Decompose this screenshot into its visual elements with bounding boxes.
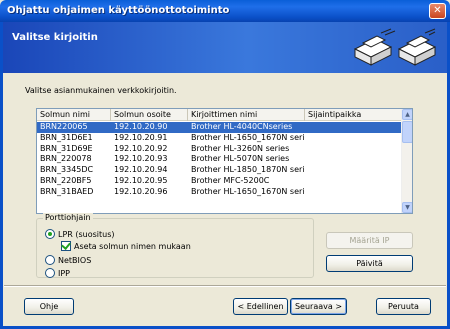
footer-separator <box>4 285 446 287</box>
list-rows: BRN220065 192.10.20.90 Brother HL-4040CN… <box>37 122 402 198</box>
cell-printer: Brother HL-3260N series <box>191 143 290 153</box>
table-row[interactable]: BRN_31D6E1 192.10.20.91 Brother HL-1650_… <box>37 133 402 144</box>
column-header-node-name[interactable]: Solmun nimi <box>37 109 111 121</box>
instruction-text: Valitse asianmukainen verkkokirjoitin. <box>25 86 177 95</box>
list-header: Solmun nimi Solmun osoite Kirjoittimen n… <box>37 109 402 121</box>
cell-address: 192.10.20.90 <box>114 122 168 131</box>
column-header-printer-name[interactable]: Kirjoittimen nimi <box>188 109 305 121</box>
cell-location <box>305 176 402 187</box>
cell-printer: Brother HL-1650_1670N series <box>191 132 305 142</box>
radio-netbios[interactable]: NetBIOS <box>45 255 91 265</box>
table-row[interactable]: BRN220065 192.10.20.90 Brother HL-4040CN… <box>37 122 402 133</box>
printer-network-icons <box>353 28 437 66</box>
window-titlebar: Ohjattu ohjaimen käyttöönottotoiminto <box>0 0 450 22</box>
cell-printer: Brother HL-5070N series <box>191 154 290 164</box>
table-row[interactable]: BRN_220BF5 192.10.20.95 Brother MFC-5200… <box>37 176 402 187</box>
cancel-button[interactable]: Peruuta <box>376 298 431 315</box>
column-header-location[interactable]: Sijaintipaikka <box>305 109 402 121</box>
cell-address: 192.10.20.92 <box>114 143 168 153</box>
cell-location <box>305 133 402 144</box>
window-title: Ohjattu ohjaimen käyttöönottotoiminto <box>7 5 230 16</box>
cell-node-name: BRN_220078 <box>40 154 92 164</box>
cell-location <box>305 154 402 165</box>
radio-label-ipp: IPP <box>58 268 71 278</box>
scroll-down-icon[interactable]: ▼ <box>402 202 412 213</box>
radio-button-lpr[interactable] <box>45 229 55 239</box>
printer-network-icon <box>353 28 396 66</box>
cell-node-name: BRN_31D6E1 <box>40 132 93 142</box>
scroll-up-icon[interactable]: ▲ <box>402 109 412 120</box>
set-ip-button[interactable]: Määritä IP <box>326 232 413 249</box>
help-button[interactable]: Ohje <box>24 298 74 315</box>
table-row[interactable]: BRN_31BAED 192.10.20.96 Brother HL-1650_… <box>37 187 402 198</box>
scroll-thumb[interactable] <box>402 121 412 143</box>
cell-node-name: BRN_31BAED <box>40 186 94 196</box>
cell-address: 192.10.20.91 <box>114 132 168 142</box>
cell-node-name: BRN_220BF5 <box>40 175 92 185</box>
printer-network-icon <box>397 28 437 66</box>
back-button[interactable]: < Edellinen <box>233 298 288 315</box>
cell-address: 192.10.20.95 <box>114 175 168 185</box>
table-row[interactable]: BRN_220078 192.10.20.93 Brother HL-5070N… <box>37 154 402 165</box>
column-header-node-address[interactable]: Solmun osoite <box>111 109 188 121</box>
table-row[interactable]: BRN_31D69E 192.10.20.92 Brother HL-3260N… <box>37 144 402 155</box>
port-driver-legend: Porttiohjain <box>43 213 93 222</box>
checkbox-label: Aseta solmun nimen mukaan <box>74 241 191 251</box>
refresh-button[interactable]: Päivitä <box>326 255 413 272</box>
printer-list[interactable]: Solmun nimi Solmun osoite Kirjoittimen n… <box>36 108 413 214</box>
cell-printer: Brother HL-1650_1670N series <box>191 186 305 196</box>
set-node-name-checkbox[interactable]: Aseta solmun nimen mukaan <box>61 241 191 251</box>
radio-button-ipp[interactable] <box>45 268 55 278</box>
radio-label-lpr: LPR (suositus) <box>58 229 115 239</box>
radio-button-netbios[interactable] <box>45 255 55 265</box>
cell-printer: Brother HL-1850_1870N series <box>191 165 305 175</box>
checkbox-set-node-name[interactable] <box>61 241 71 251</box>
cell-address: 192.10.20.93 <box>114 154 168 164</box>
radio-ipp[interactable]: IPP <box>45 268 70 278</box>
cell-address: 192.10.20.96 <box>114 186 168 196</box>
close-button[interactable]: ✕ <box>429 3 446 19</box>
cell-printer: Brother MFC-5200C <box>191 175 270 185</box>
cell-location <box>305 122 402 133</box>
cell-location <box>305 187 402 198</box>
cell-location <box>305 144 402 155</box>
cell-node-name: BRN220065 <box>40 122 88 131</box>
header-banner: Valitse kirjoitin <box>3 22 447 73</box>
cell-node-name: BRN_31D69E <box>40 143 93 153</box>
cell-printer: Brother HL-4040CNseries <box>191 122 293 131</box>
cell-address: 192.10.20.94 <box>114 165 168 175</box>
page-title: Valitse kirjoitin <box>12 32 98 43</box>
cell-node-name: BRN_3345DC <box>40 165 94 175</box>
radio-label-netbios: NetBIOS <box>58 255 92 265</box>
radio-lpr[interactable]: LPR (suositus) <box>45 229 115 239</box>
next-button[interactable]: Seuraava > <box>290 298 347 315</box>
cell-location <box>305 165 402 176</box>
table-row[interactable]: BRN_3345DC 192.10.20.94 Brother HL-1850_… <box>37 165 402 176</box>
vertical-scrollbar[interactable]: ▲ ▼ <box>401 109 412 213</box>
